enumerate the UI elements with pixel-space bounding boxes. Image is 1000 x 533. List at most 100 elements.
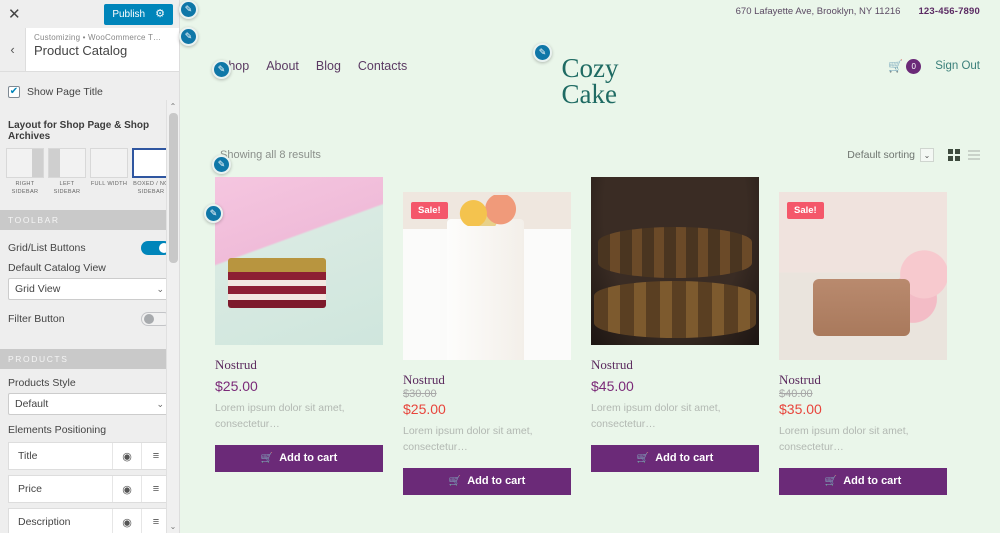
show-page-title-checkbox[interactable]: ✔ <box>8 86 20 98</box>
back-chevron-icon[interactable]: ‹ <box>0 28 26 71</box>
header-right: 🛒 0 Sign Out <box>888 58 980 74</box>
product-card[interactable]: Nostrud $45.00 Lorem ipsum dolor sit ame… <box>591 177 759 495</box>
list-view-icon[interactable] <box>968 150 980 160</box>
site-topbar: 670 Lafayette Ave, Brooklyn, NY 11216 12… <box>180 0 1000 22</box>
element-name: Description <box>18 516 71 529</box>
show-page-title-label: Show Page Title <box>27 86 103 98</box>
product-price: $35.00 <box>779 401 822 417</box>
layout-group-label: Layout for Shop Page & Shop Archives <box>8 120 150 142</box>
sorting-select[interactable]: Default sorting ⌄ <box>847 148 934 162</box>
product-title[interactable]: Nostrud <box>779 372 947 388</box>
add-to-cart-label: Add to cart <box>279 452 338 464</box>
edit-pencil-icon[interactable]: ✎ <box>179 0 198 19</box>
grid-list-buttons-label: Grid/List Buttons <box>8 242 86 255</box>
close-icon[interactable]: ✕ <box>8 6 21 22</box>
product-title[interactable]: Nostrud <box>591 357 759 373</box>
product-image[interactable]: Sale! <box>779 192 947 360</box>
add-to-cart-button[interactable]: 🛒 Add to cart <box>403 467 571 495</box>
chevron-down-icon[interactable]: ⌄ <box>920 148 934 162</box>
add-to-cart-label: Add to cart <box>467 475 526 487</box>
edit-pencil-icon[interactable]: ✎ <box>204 204 223 223</box>
add-to-cart-label: Add to cart <box>655 452 714 464</box>
status-badge: Sale! <box>787 202 824 219</box>
site-preview: 670 Lafayette Ave, Brooklyn, NY 11216 12… <box>180 0 1000 533</box>
publish-button[interactable]: Publish ⚙ <box>104 3 173 25</box>
element-name: Price <box>18 483 42 496</box>
logo-line-2: Cake <box>561 78 617 109</box>
edit-pencil-icon[interactable]: ✎ <box>212 155 231 174</box>
cart-count-badge: 0 <box>906 58 922 74</box>
edit-pencil-icon[interactable]: ✎ <box>533 43 552 62</box>
toolbar-section-band: TOOLBAR <box>0 210 179 231</box>
layout-option-right-sidebar[interactable]: RIGHT SIDEBAR <box>6 148 44 196</box>
edit-pencil-icon[interactable]: ✎ <box>212 60 231 79</box>
product-card[interactable]: Sale! Nostrud $30.00 $25.00 Lorem ipsum … <box>403 192 571 495</box>
cart-icon: 🛒 <box>448 475 462 487</box>
layout-option-boxed-no-sidebar[interactable]: BOXED / NO SIDEBAR <box>132 148 170 196</box>
grid-list-buttons-control[interactable]: Grid/List Buttons <box>8 238 171 262</box>
cart-icon: 🛒 <box>888 59 904 73</box>
site-address: 670 Lafayette Ave, Brooklyn, NY 11216 <box>735 5 901 17</box>
elements-positioning-label: Elements Positioning <box>8 424 107 437</box>
product-title[interactable]: Nostrud <box>215 357 383 373</box>
sign-out-link[interactable]: Sign Out <box>935 60 980 72</box>
default-catalog-view-value: Grid View <box>15 283 61 296</box>
cart-button[interactable]: 🛒 0 <box>888 58 922 74</box>
layout-option-label: FULL WIDTH <box>90 181 128 187</box>
shop-toolbar: Showing all 8 results Default sorting ⌄ <box>180 110 1000 162</box>
products-section-band: PRODUCTS <box>0 349 179 370</box>
default-catalog-view-control: Default Catalog View Grid View ⌄ <box>8 262 171 301</box>
products-style-label: Products Style <box>8 377 76 390</box>
product-price: $25.00 <box>215 378 258 394</box>
element-name: Title <box>18 450 38 463</box>
default-catalog-view-select[interactable]: Grid View ⌄ <box>8 278 171 301</box>
filter-button-control[interactable]: Filter Button <box>8 309 171 333</box>
add-to-cart-button[interactable]: 🛒 Add to cart <box>779 467 947 495</box>
gear-icon[interactable]: ⚙ <box>155 8 165 20</box>
product-grid: Nostrud $25.00 Lorem ipsum dolor sit ame… <box>180 162 1000 495</box>
products-style-value: Default <box>15 398 49 411</box>
elements-positioning-list: Title ◉ ≡ Price ◉ ≡ Description ◉ ≡ <box>0 442 179 533</box>
product-image[interactable] <box>215 177 383 345</box>
eye-icon[interactable]: ◉ <box>112 443 141 470</box>
toolbar-right: Default sorting ⌄ <box>847 148 980 162</box>
scroll-up-icon[interactable]: ⌃ <box>167 100 179 113</box>
check-icon: ✔ <box>9 86 19 97</box>
product-title[interactable]: Nostrud <box>403 372 571 388</box>
scroll-down-icon[interactable]: ⌄ <box>167 520 179 533</box>
list-item[interactable]: Title ◉ ≡ <box>8 442 171 471</box>
products-style-select[interactable]: Default ⌄ <box>8 393 171 416</box>
site-phone[interactable]: 123-456-7890 <box>918 6 980 17</box>
product-price: $45.00 <box>591 378 634 394</box>
layout-option-full-width[interactable]: FULL WIDTH <box>90 148 128 196</box>
add-to-cart-button[interactable]: 🛒 Add to cart <box>215 444 383 472</box>
edit-pencil-icon[interactable]: ✎ <box>179 27 198 46</box>
nav-item-blog[interactable]: Blog <box>316 59 341 73</box>
nav-item-about[interactable]: About <box>266 59 299 73</box>
layout-option-left-sidebar[interactable]: LEFT SIDEBAR <box>48 148 86 196</box>
add-to-cart-button[interactable]: 🛒 Add to cart <box>591 444 759 472</box>
product-card[interactable]: Sale! Nostrud $40.00 $35.00 Lorem ipsum … <box>779 192 947 495</box>
list-item[interactable]: Description ◉ ≡ <box>8 508 171 533</box>
show-page-title-control[interactable]: ✔ Show Page Title <box>0 72 179 112</box>
sidebar-scrollbar[interactable]: ⌃ ⌄ <box>166 100 179 533</box>
product-image[interactable] <box>591 177 759 345</box>
chevron-down-icon: ⌄ <box>156 398 164 409</box>
grid-view-icon[interactable] <box>948 149 960 161</box>
scrollbar-thumb[interactable] <box>169 113 178 263</box>
nav-item-contacts[interactable]: Contacts <box>358 59 407 73</box>
product-image[interactable]: Sale! <box>403 192 571 360</box>
customizer-titles: Customizing • WooCommerce T… Product Cat… <box>26 28 179 71</box>
cart-icon: 🛒 <box>636 452 650 464</box>
product-card[interactable]: Nostrud $25.00 Lorem ipsum dolor sit ame… <box>215 177 383 495</box>
list-item[interactable]: Price ◉ ≡ <box>8 475 171 504</box>
layout-option-label: RIGHT SIDEBAR <box>11 181 39 195</box>
product-old-price: $30.00 <box>403 388 437 400</box>
sorting-label: Default sorting <box>847 149 915 161</box>
product-price: $25.00 <box>403 401 446 417</box>
eye-icon[interactable]: ◉ <box>112 509 141 533</box>
eye-icon[interactable]: ◉ <box>112 476 141 503</box>
filter-button-label: Filter Button <box>8 313 65 326</box>
site-header: Shop About Blog Contacts Cozy Cake 🛒 0 S… <box>180 22 1000 110</box>
page-title: Product Catalog <box>34 43 128 58</box>
